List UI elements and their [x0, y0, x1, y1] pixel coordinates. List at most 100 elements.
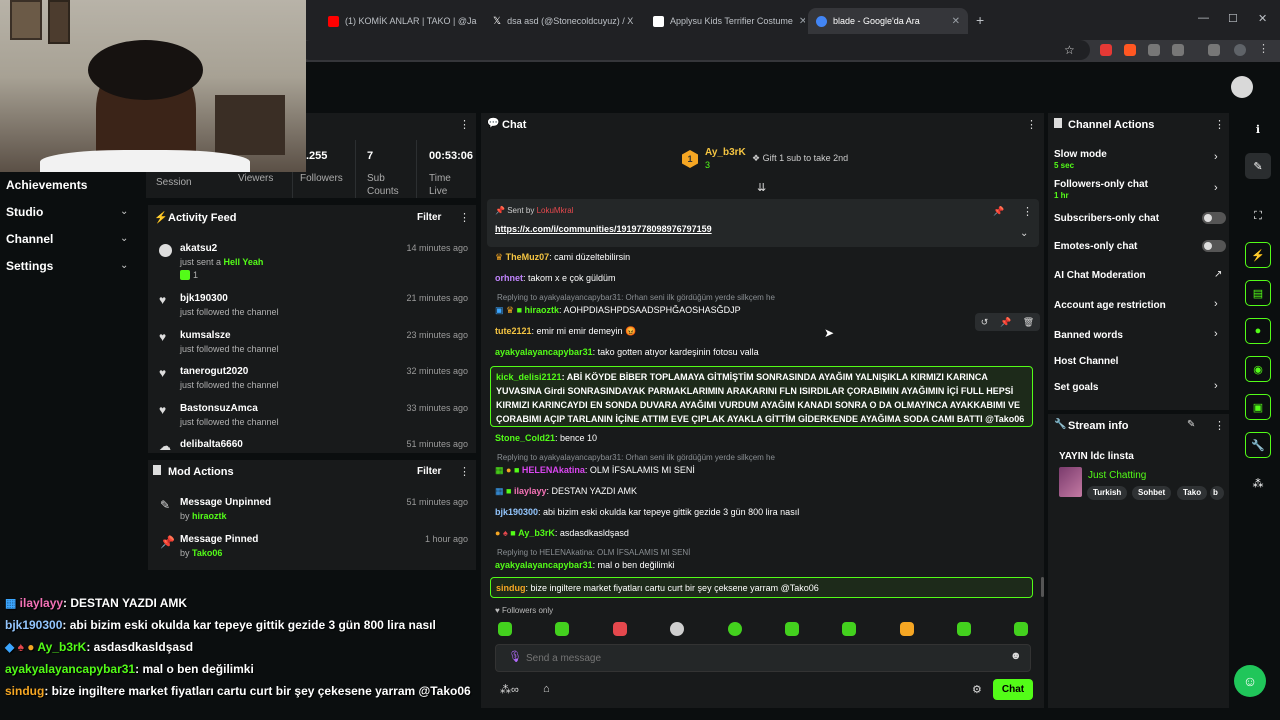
support-chat-icon[interactable]: ☺	[1234, 665, 1266, 697]
chevron-right-icon[interactable]: ›	[1214, 328, 1218, 340]
host-channel-item[interactable]: Host Channel	[1054, 356, 1118, 367]
stream-tag[interactable]: Sohbet	[1132, 486, 1172, 500]
chevron-down-icon[interactable]: ⌄	[1020, 228, 1028, 239]
chat-message[interactable]: ayakyalayancapybar31: tako gotten atıyor…	[495, 347, 1035, 357]
feed-user[interactable]: BastonsuzAmca	[180, 403, 258, 414]
set-goals-item[interactable]: Set goals	[1054, 382, 1098, 393]
minimize-icon[interactable]: —	[1198, 12, 1209, 24]
more-options-icon[interactable]: ⋮	[459, 465, 470, 478]
sidebar-item-channel[interactable]: Channel	[6, 232, 53, 246]
chevron-right-icon[interactable]: ›	[1214, 298, 1218, 310]
feed-user[interactable]: bjk190300	[180, 293, 228, 304]
new-tab-button[interactable]: +	[976, 12, 984, 28]
more-options-icon[interactable]: ⋮	[1022, 205, 1033, 218]
close-window-icon[interactable]: ✕	[1258, 12, 1267, 25]
category-link[interactable]: Just Chatting	[1088, 470, 1146, 481]
edit-layout-icon[interactable]: ✎	[1245, 153, 1271, 179]
chat-message[interactable]: ▦ ● ■ HELENAkatina: OLM İFSALAMIS MI SEN…	[495, 465, 1035, 476]
clipboard-icon[interactable]: ▤	[1245, 280, 1271, 306]
emote-icon[interactable]	[900, 622, 914, 636]
top-gifter-name[interactable]: Ay_b3rK	[705, 147, 746, 158]
sidebar-item-studio[interactable]: Studio	[6, 205, 43, 219]
emote-icon[interactable]	[1014, 622, 1028, 636]
followers-only-item[interactable]: Followers-only chat	[1054, 179, 1148, 190]
chevron-right-icon[interactable]: ›	[1214, 182, 1218, 194]
feed-user[interactable]: akatsu2	[180, 243, 217, 254]
emote-icon[interactable]	[785, 622, 799, 636]
store-icon[interactable]: ⌂	[543, 683, 550, 695]
layout-icon[interactable]: ▣	[1245, 394, 1271, 420]
close-tab-icon[interactable]: ✕	[639, 16, 640, 27]
emote-icon[interactable]	[670, 622, 684, 636]
profile-icon[interactable]	[1234, 44, 1246, 56]
pin-icon[interactable]: 📌	[1000, 317, 1011, 328]
banned-words-item[interactable]: Banned words	[1054, 330, 1123, 341]
edit-icon[interactable]: ✎	[1187, 419, 1195, 430]
extension-icon[interactable]	[1100, 44, 1112, 56]
message-input[interactable]	[526, 648, 996, 668]
collapse-icon[interactable]: ⇊	[757, 181, 766, 194]
menu-icon[interactable]	[1208, 44, 1220, 56]
reply-icon[interactable]: ↺	[981, 317, 989, 328]
external-link-icon[interactable]: ↗	[1214, 269, 1222, 280]
extension-icon[interactable]	[1148, 44, 1160, 56]
bookmark-star-icon[interactable]: ☆	[1064, 43, 1075, 57]
emote-icon[interactable]	[957, 622, 971, 636]
stream-tag[interactable]: Tako	[1177, 486, 1208, 500]
ai-moderation-item[interactable]: AI Chat Moderation	[1054, 270, 1146, 281]
mod-filter-button[interactable]: Filter	[417, 466, 441, 477]
chat-icon[interactable]: ●	[1245, 318, 1271, 344]
gift-cta[interactable]: ❖ Gift 1 sub to take 2nd	[752, 153, 848, 164]
chat-message[interactable]: ♛ TheMuz07: cami düzeltebilirsin	[495, 252, 1035, 263]
extension-icon[interactable]	[1124, 44, 1136, 56]
lightning-icon[interactable]: ⚡	[1245, 242, 1271, 268]
chat-message[interactable]: ● ♠ ■ Ay_b3rK: asdasdkasldşasd	[495, 528, 1035, 538]
chevron-right-icon[interactable]: ›	[1214, 151, 1218, 163]
more-options-icon[interactable]: ⋮	[459, 211, 470, 224]
feed-user[interactable]: kumsalsze	[180, 330, 231, 341]
emotes-only-toggle[interactable]	[1202, 240, 1226, 252]
browser-tab[interactable]: 𝕏 dsa asd (@Stonecoldcuyuz) / X ✕	[485, 8, 640, 34]
chat-message[interactable]: ayakyalayancapybar31: mal o ben değilimk…	[495, 560, 1035, 570]
kicks-infinity-icon[interactable]: ⁂∞	[500, 683, 519, 696]
close-tab-icon[interactable]: ✕	[799, 16, 805, 27]
more-options-icon[interactable]: ⋮	[1214, 419, 1225, 432]
sidebar-item-settings[interactable]: Settings	[6, 259, 53, 273]
browser-menu-icon[interactable]: ⋮	[1258, 42, 1269, 55]
activity-filter-button[interactable]: Filter	[417, 212, 441, 223]
chat-message[interactable]: Stone_Cold21: bence 10	[495, 433, 1035, 443]
broadcast-icon[interactable]: ◉	[1245, 356, 1271, 382]
chat-message[interactable]: ▣ ♛ ■ hiraoztk: AOHPDIASHPDSAADSPHĞAOSHA…	[495, 305, 1035, 316]
feed-user[interactable]: delibalta6660	[180, 439, 243, 450]
info-icon[interactable]: ℹ	[1245, 116, 1271, 142]
category-thumbnail[interactable]	[1059, 467, 1082, 497]
browser-tab[interactable]: (1) KOMİK ANLAR | TAKO | @Ja ✕	[320, 8, 480, 34]
extensions-puzzle-icon[interactable]	[1172, 44, 1184, 56]
chat-message[interactable]: orhnet: takom x e çok güldüm	[495, 273, 1035, 283]
sidebar-item-achievements[interactable]: Achievements	[6, 178, 87, 192]
emote-icon[interactable]	[498, 622, 512, 636]
stream-tag[interactable]: b	[1210, 486, 1224, 500]
pinned-link[interactable]: https://x.com/i/communities/191977809897…	[495, 224, 712, 234]
close-tab-icon[interactable]: ✕	[952, 16, 960, 27]
emote-icon[interactable]	[728, 622, 742, 636]
microphone-icon[interactable]: 🎙	[508, 650, 522, 663]
stream-tag[interactable]: Turkish	[1087, 486, 1128, 500]
subscribers-only-toggle[interactable]	[1202, 212, 1226, 224]
chat-message[interactable]: bjk190300: abi bizim eski okulda kar tep…	[495, 507, 1035, 517]
pin-icon[interactable]: 📌	[993, 206, 1004, 217]
kicks-icon[interactable]: ⁂	[1245, 470, 1271, 496]
delete-icon[interactable]: 🗑	[1023, 317, 1034, 328]
emote-icon[interactable]	[555, 622, 569, 636]
more-options-icon[interactable]: ⋮	[1026, 118, 1037, 131]
user-avatar[interactable]	[1231, 76, 1253, 98]
send-chat-button[interactable]: Chat	[993, 679, 1033, 700]
chevron-right-icon[interactable]: ›	[1214, 380, 1218, 392]
slow-mode-item[interactable]: Slow mode	[1054, 149, 1107, 160]
emote-icon[interactable]	[842, 622, 856, 636]
gear-icon[interactable]: ⚙	[972, 683, 982, 696]
browser-tab[interactable]: Applysu Kids Terrifier Costume ✕	[645, 8, 805, 34]
emote-icon[interactable]	[613, 622, 627, 636]
fullscreen-icon[interactable]: ⛶	[1245, 203, 1271, 229]
more-options-icon[interactable]: ⋮	[1214, 118, 1225, 131]
